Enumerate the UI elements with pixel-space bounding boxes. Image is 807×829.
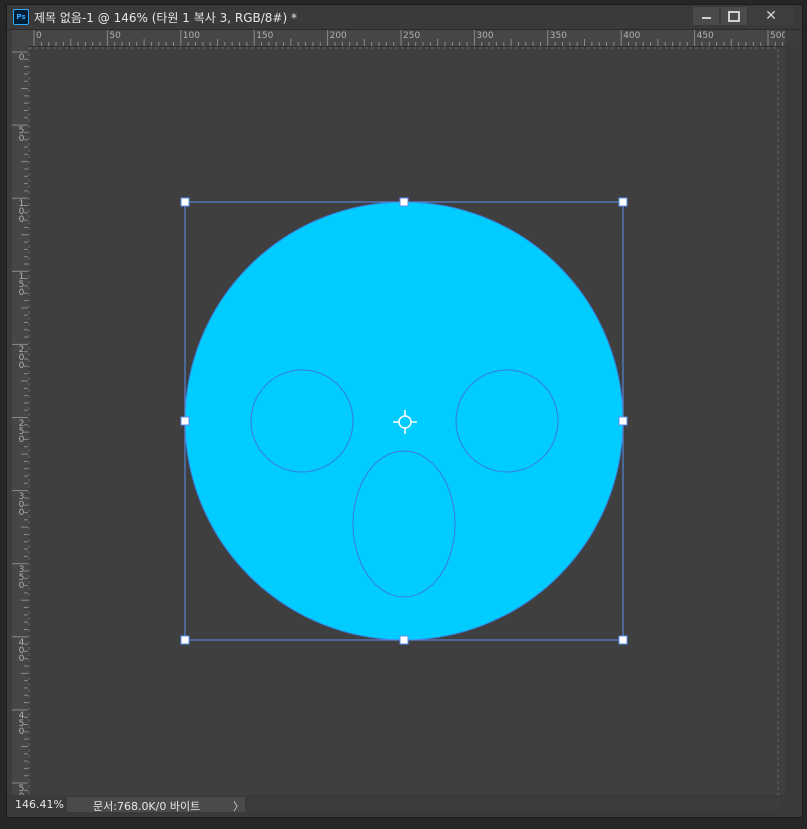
ruler-label: 300 bbox=[476, 31, 494, 41]
close-icon: ✕ bbox=[765, 8, 777, 24]
right-eye-ellipse[interactable] bbox=[455, 369, 559, 473]
ruler-label: 250 bbox=[403, 31, 421, 41]
transform-handle[interactable] bbox=[618, 197, 628, 207]
minimize-button[interactable] bbox=[693, 7, 719, 25]
mouth-ellipse[interactable] bbox=[352, 450, 456, 598]
transform-handle[interactable] bbox=[180, 635, 190, 645]
vertical-scrollbar[interactable] bbox=[785, 47, 801, 799]
photoshop-icon: Ps bbox=[13, 9, 29, 25]
status-bar: 146.41% 문서:768.0K/0 바이트 〉 bbox=[7, 795, 802, 816]
ruler-label: 1 5 0 bbox=[18, 272, 25, 299]
status-menu-arrow-icon[interactable]: 〉 bbox=[233, 798, 244, 814]
ruler-label: 2 0 0 bbox=[18, 345, 25, 372]
ruler-label: 400 bbox=[623, 31, 641, 41]
zoom-level[interactable]: 146.41% bbox=[15, 798, 64, 811]
document-title: 제목 없음-1 @ 146% (타원 1 복사 3, RGB/8#) * bbox=[34, 11, 297, 25]
ruler-label: 4 0 0 bbox=[18, 637, 25, 664]
canvas-area[interactable] bbox=[28, 47, 785, 799]
ruler-label: 50 bbox=[109, 31, 121, 41]
ruler-label: 1 0 0 bbox=[18, 199, 25, 226]
transform-handle[interactable] bbox=[180, 197, 190, 207]
left-eye-ellipse[interactable] bbox=[250, 369, 354, 473]
transform-handle[interactable] bbox=[399, 197, 409, 207]
ruler-label: 0 bbox=[18, 53, 25, 63]
transform-handle[interactable] bbox=[399, 635, 409, 645]
ruler-label: 450 bbox=[696, 31, 714, 41]
title-bar[interactable]: Ps 제목 없음-1 @ 146% (타원 1 복사 3, RGB/8#) * … bbox=[7, 5, 802, 30]
ruler-label: 4 5 0 bbox=[18, 710, 25, 737]
ruler-label: 350 bbox=[549, 31, 567, 41]
close-button[interactable]: ✕ bbox=[749, 7, 793, 25]
maximize-button[interactable] bbox=[721, 7, 747, 25]
document-window: Ps 제목 없음-1 @ 146% (타원 1 복사 3, RGB/8#) * … bbox=[6, 4, 803, 818]
horizontal-ruler[interactable]: 0 50 100 150 200 250 300 350 400 450 500 bbox=[28, 30, 785, 47]
minimize-icon bbox=[701, 17, 711, 19]
transform-handle[interactable] bbox=[618, 416, 628, 426]
ruler-label: 0 bbox=[36, 31, 42, 41]
ruler-label: 3 0 0 bbox=[18, 491, 25, 518]
ruler-label: 3 5 0 bbox=[18, 564, 25, 591]
ruler-label: 5 0 bbox=[18, 126, 25, 145]
ruler-label: 150 bbox=[256, 31, 274, 41]
ruler-label: 500 bbox=[770, 31, 785, 41]
transform-handle[interactable] bbox=[180, 416, 190, 426]
maximize-icon bbox=[728, 10, 740, 22]
canvas-drawing[interactable] bbox=[28, 47, 785, 799]
horizontal-scrollbar[interactable] bbox=[247, 799, 781, 811]
transform-handle[interactable] bbox=[618, 635, 628, 645]
ruler-label: 100 bbox=[182, 31, 200, 41]
ruler-label: 200 bbox=[329, 31, 347, 41]
vertical-ruler[interactable]: 0 5 0 1 0 0 1 5 0 2 0 0 2 5 0 3 0 0 3 5 0 4 0 0 4… bbox=[12, 46, 29, 799]
document-info: 문서:768.0K/0 바이트 bbox=[93, 800, 201, 813]
ruler-label: 2 5 0 bbox=[18, 418, 25, 445]
ruler-corner[interactable] bbox=[12, 30, 28, 46]
